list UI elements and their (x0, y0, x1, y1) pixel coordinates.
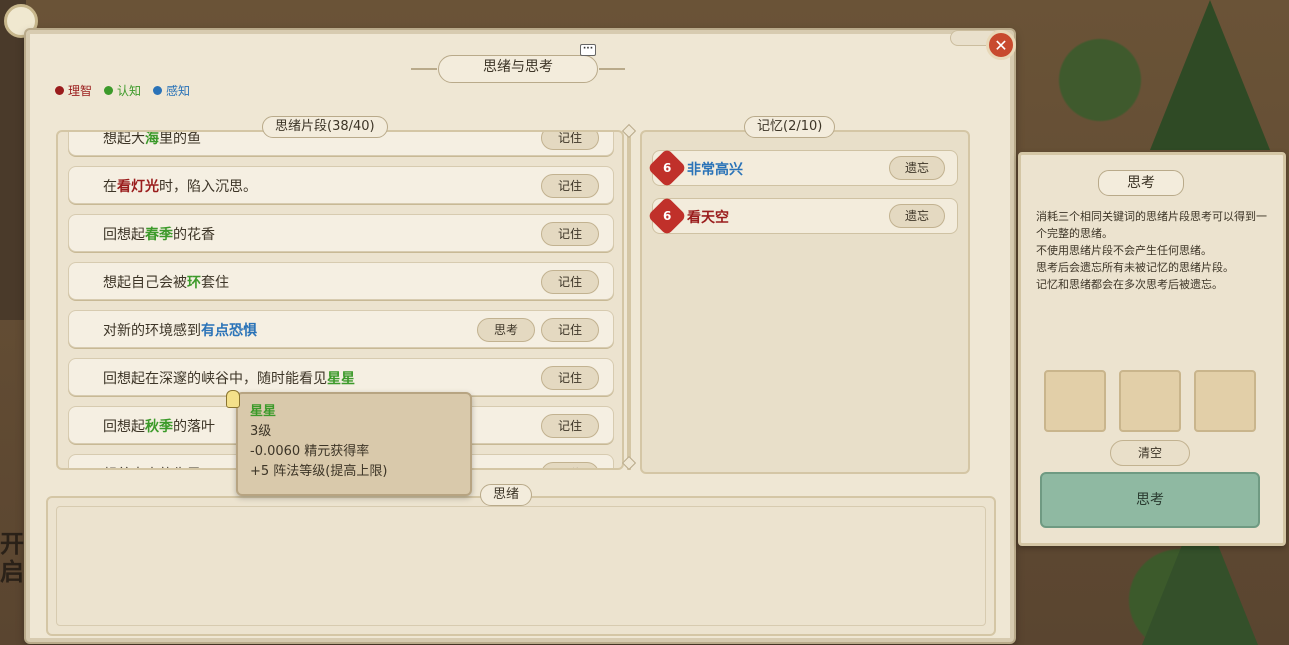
memory-label: 非常高兴 (687, 162, 743, 178)
dialog-title: 思绪与思考 (411, 55, 625, 83)
fragment-row[interactable]: 想起自己会被环套住 记住 (68, 262, 614, 300)
legend-item: 理智 (55, 82, 92, 99)
remember-button[interactable]: 记住 (541, 270, 599, 294)
memory-level-badge: 6 (647, 148, 687, 188)
clear-button[interactable]: 清空 (1110, 440, 1190, 466)
legend-item: 感知 (153, 82, 190, 99)
tooltip-effect-1: -0.0060 精元获得率 (250, 444, 370, 459)
fragment-text: 想着未来的生灵， (103, 464, 215, 468)
think-description-line: 记忆和思绪都会在多次思考后被遗忘。 (1036, 278, 1223, 291)
think-panel-title: 思考 (1098, 170, 1184, 196)
legend-label: 理智 (68, 84, 93, 98)
legend-label: 认知 (117, 84, 142, 98)
fragment-keyword[interactable]: 看灯光 (117, 179, 159, 195)
fragment-text-pre: 回想起在深邃的峡谷中，随时能看见 (103, 371, 327, 387)
fragment-text: 想起大海里的鱼 (103, 131, 201, 148)
more-icon[interactable]: ··· (580, 44, 596, 56)
fragment-text: 在看灯光时，陷入沉思。 (103, 176, 257, 196)
fragment-keyword[interactable]: 海 (145, 132, 159, 147)
fragment-text-pre: 想起大 (103, 131, 145, 147)
tooltip-title: 星星 (250, 404, 277, 419)
fragment-text-pre: 在 (103, 179, 117, 195)
think-description-line: 消耗三个相同关键词的思绪片段思考可以得到一个完整的思绪。 (1036, 210, 1267, 240)
forget-button[interactable]: 遗忘 (889, 156, 945, 180)
memory-panel: 6 非常高兴 遗忘 6 看天空 遗忘 (640, 130, 970, 474)
fragment-text: 想起自己会被环套住 (103, 272, 229, 292)
think-slot-1[interactable] (1044, 370, 1106, 432)
remember-button[interactable]: 记住 (541, 132, 599, 150)
fragment-keyword[interactable]: 环 (187, 275, 201, 291)
fragment-text-pre: 回想起 (103, 419, 145, 435)
think-description: 消耗三个相同关键词的思绪片段思考可以得到一个完整的思绪。不使用思绪片段不会产生任… (1036, 208, 1268, 293)
fragment-keyword[interactable]: 有点恐惧 (201, 323, 257, 339)
remember-button[interactable]: 记住 (541, 174, 599, 198)
close-button[interactable]: ✕ (986, 30, 1016, 60)
legend-item: 认知 (104, 82, 141, 99)
legend-label: 感知 (166, 84, 191, 98)
fragment-keyword[interactable]: 星星 (327, 371, 355, 387)
fragment-keyword[interactable]: 春季 (145, 227, 173, 243)
tooltip-level: 3级 (250, 424, 272, 439)
thought-area (56, 506, 986, 626)
fragment-text-post: 时，陷入沉思。 (159, 179, 257, 195)
fragment-text-post: 的花香 (173, 227, 215, 243)
fragment-text: 回想起在深邃的峡谷中，随时能看见星星 (103, 368, 355, 388)
legend-dot-icon (55, 86, 64, 95)
think-description-line: 思考后会遗忘所有未被记忆的思绪片段。 (1036, 261, 1234, 274)
memory-row[interactable]: 6 看天空 遗忘 (647, 196, 958, 236)
memory-level-value: 6 (662, 160, 672, 175)
fragment-text: 回想起春季的花香 (103, 224, 215, 244)
fragment-text-post: 里的鱼 (159, 131, 201, 147)
tree-decoration (1150, 0, 1270, 150)
remember-button[interactable]: 记住 (541, 462, 599, 468)
forget-button[interactable]: 遗忘 (889, 204, 945, 228)
fragment-text-post: 的落叶 (173, 419, 215, 435)
fragment-text: 回想起秋季的落叶 (103, 416, 215, 436)
legend-dot-icon (153, 86, 163, 95)
thought-panel (46, 496, 996, 636)
fragment-keyword[interactable]: 秋季 (145, 419, 173, 435)
remember-button[interactable]: 记住 (541, 222, 599, 246)
fragment-header: 思绪片段(38/40) (262, 116, 388, 138)
think-slot-3[interactable] (1194, 370, 1256, 432)
memory-label: 看天空 (687, 210, 729, 226)
fragment-text-pre: 对新的环境感到 (103, 323, 201, 339)
think-button[interactable]: 思考 (1040, 472, 1260, 528)
remember-button[interactable]: 记住 (541, 414, 599, 438)
fragment-row[interactable]: 对新的环境感到有点恐惧 记住 思考 (68, 310, 614, 348)
memory-level-value: 6 (662, 208, 672, 223)
thought-header: 思绪 (480, 484, 533, 506)
fragment-text-pre: 想起自己会被 (103, 275, 187, 291)
memory-level-badge: 6 (647, 196, 687, 236)
fragment-text-post: 套住 (201, 275, 229, 291)
fragment-row[interactable]: 回想起在深邃的峡谷中，随时能看见星星 记住 (68, 358, 614, 396)
fragment-text: 对新的环境感到有点恐惧 (103, 320, 257, 340)
memory-header: 记忆(2/10) (744, 116, 836, 138)
remember-button[interactable]: 记住 (541, 366, 599, 390)
fragment-scrollbar[interactable] (627, 130, 631, 470)
think-description-line: 不使用思绪片段不会产生任何思绪。 (1036, 244, 1212, 257)
fragment-row[interactable]: 回想起春季的花香 记住 (68, 214, 614, 252)
fragment-text-pre: 回想起 (103, 227, 145, 243)
legend-dot-icon (104, 86, 114, 95)
cursor-icon (226, 390, 240, 408)
fragment-think-button[interactable]: 思考 (477, 318, 535, 342)
fragment-text-pre: 想着未来的生灵， (103, 467, 215, 468)
memory-row[interactable]: 6 非常高兴 遗忘 (647, 148, 958, 188)
remember-button[interactable]: 记住 (541, 318, 599, 342)
fragment-row[interactable]: 在看灯光时，陷入沉思。 记住 (68, 166, 614, 204)
map-wall (0, 0, 26, 320)
attribute-legend: 理智 认知 感知 (55, 82, 190, 99)
tooltip-effect-2: +5 阵法等级(提高上限) (250, 464, 388, 479)
think-slot-2[interactable] (1119, 370, 1181, 432)
keyword-tooltip: 星星 3级 -0.0060 精元获得率 +5 阵法等级(提高上限) (236, 392, 472, 496)
